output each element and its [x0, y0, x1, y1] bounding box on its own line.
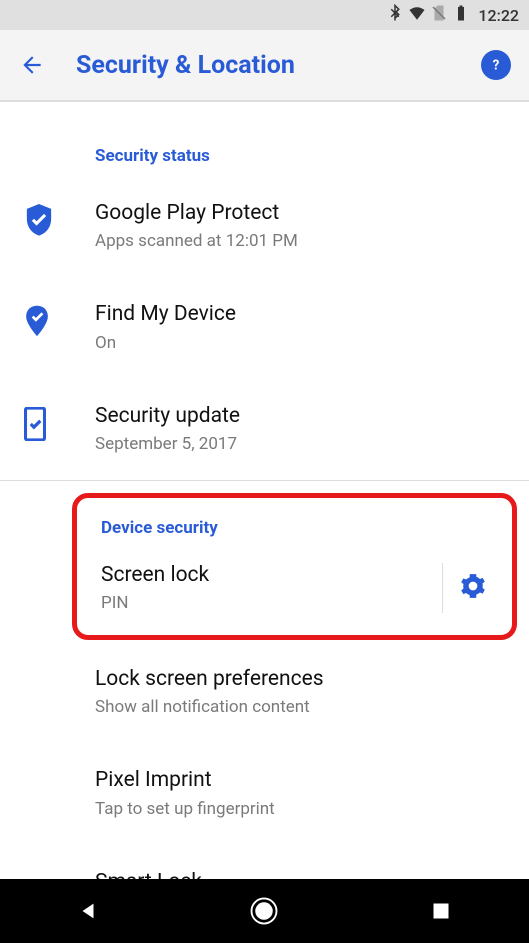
row-screen-lock[interactable]: Screen lock PIN [77, 552, 512, 623]
back-button[interactable] [18, 51, 46, 79]
highlight-screen-lock: Device security Screen lock PIN [72, 493, 517, 640]
row-title: Security update [95, 403, 511, 430]
row-google-play-protect[interactable]: Google Play Protect Apps scanned at 12:0… [0, 184, 529, 267]
row-subtitle: PIN [101, 593, 442, 613]
section-header-device-security: Device security [77, 498, 512, 552]
bluetooth-icon [386, 4, 404, 26]
row-lock-screen-preferences[interactable]: Lock screen preferences Show all notific… [0, 640, 529, 733]
location-check-icon [24, 305, 50, 343]
status-bar: 12:22 [0, 0, 529, 30]
screen-lock-settings-button[interactable] [442, 563, 502, 613]
gear-icon [460, 573, 486, 603]
wifi-icon [408, 4, 426, 26]
battery-icon [452, 4, 470, 26]
row-subtitle: Show all notification content [95, 697, 511, 717]
row-title: Google Play Protect [95, 200, 511, 227]
row-title: Pixel Imprint [95, 767, 511, 794]
row-title: Screen lock [101, 562, 442, 589]
row-subtitle: September 5, 2017 [95, 434, 511, 454]
row-subtitle: Tap to set up fingerprint [95, 799, 511, 819]
row-security-update[interactable]: Security update September 5, 2017 [0, 387, 529, 470]
nav-home-button[interactable] [244, 891, 284, 931]
page-title: Security & Location [76, 51, 481, 80]
section-header-security-status: Security status [0, 112, 529, 184]
divider [0, 480, 529, 481]
row-find-my-device[interactable]: Find My Device On [0, 285, 529, 368]
phone-check-icon [24, 407, 46, 445]
row-title: Lock screen preferences [95, 666, 511, 693]
nav-back-button[interactable] [68, 891, 108, 931]
clock-text: 12:22 [478, 6, 519, 25]
no-sim-icon [430, 4, 448, 26]
row-subtitle: On [95, 333, 511, 353]
app-bar: Security & Location ? [0, 30, 529, 102]
content-scroll[interactable]: Security status Google Play Protect Apps… [0, 102, 529, 912]
row-title: Find My Device [95, 301, 511, 328]
row-pixel-imprint[interactable]: Pixel Imprint Tap to set up fingerprint [0, 751, 529, 834]
row-subtitle: Apps scanned at 12:01 PM [95, 231, 511, 251]
navigation-bar [0, 879, 529, 943]
shield-check-icon [24, 204, 54, 242]
help-button[interactable]: ? [481, 50, 511, 80]
svg-text:?: ? [493, 58, 500, 74]
nav-recent-button[interactable] [421, 891, 461, 931]
